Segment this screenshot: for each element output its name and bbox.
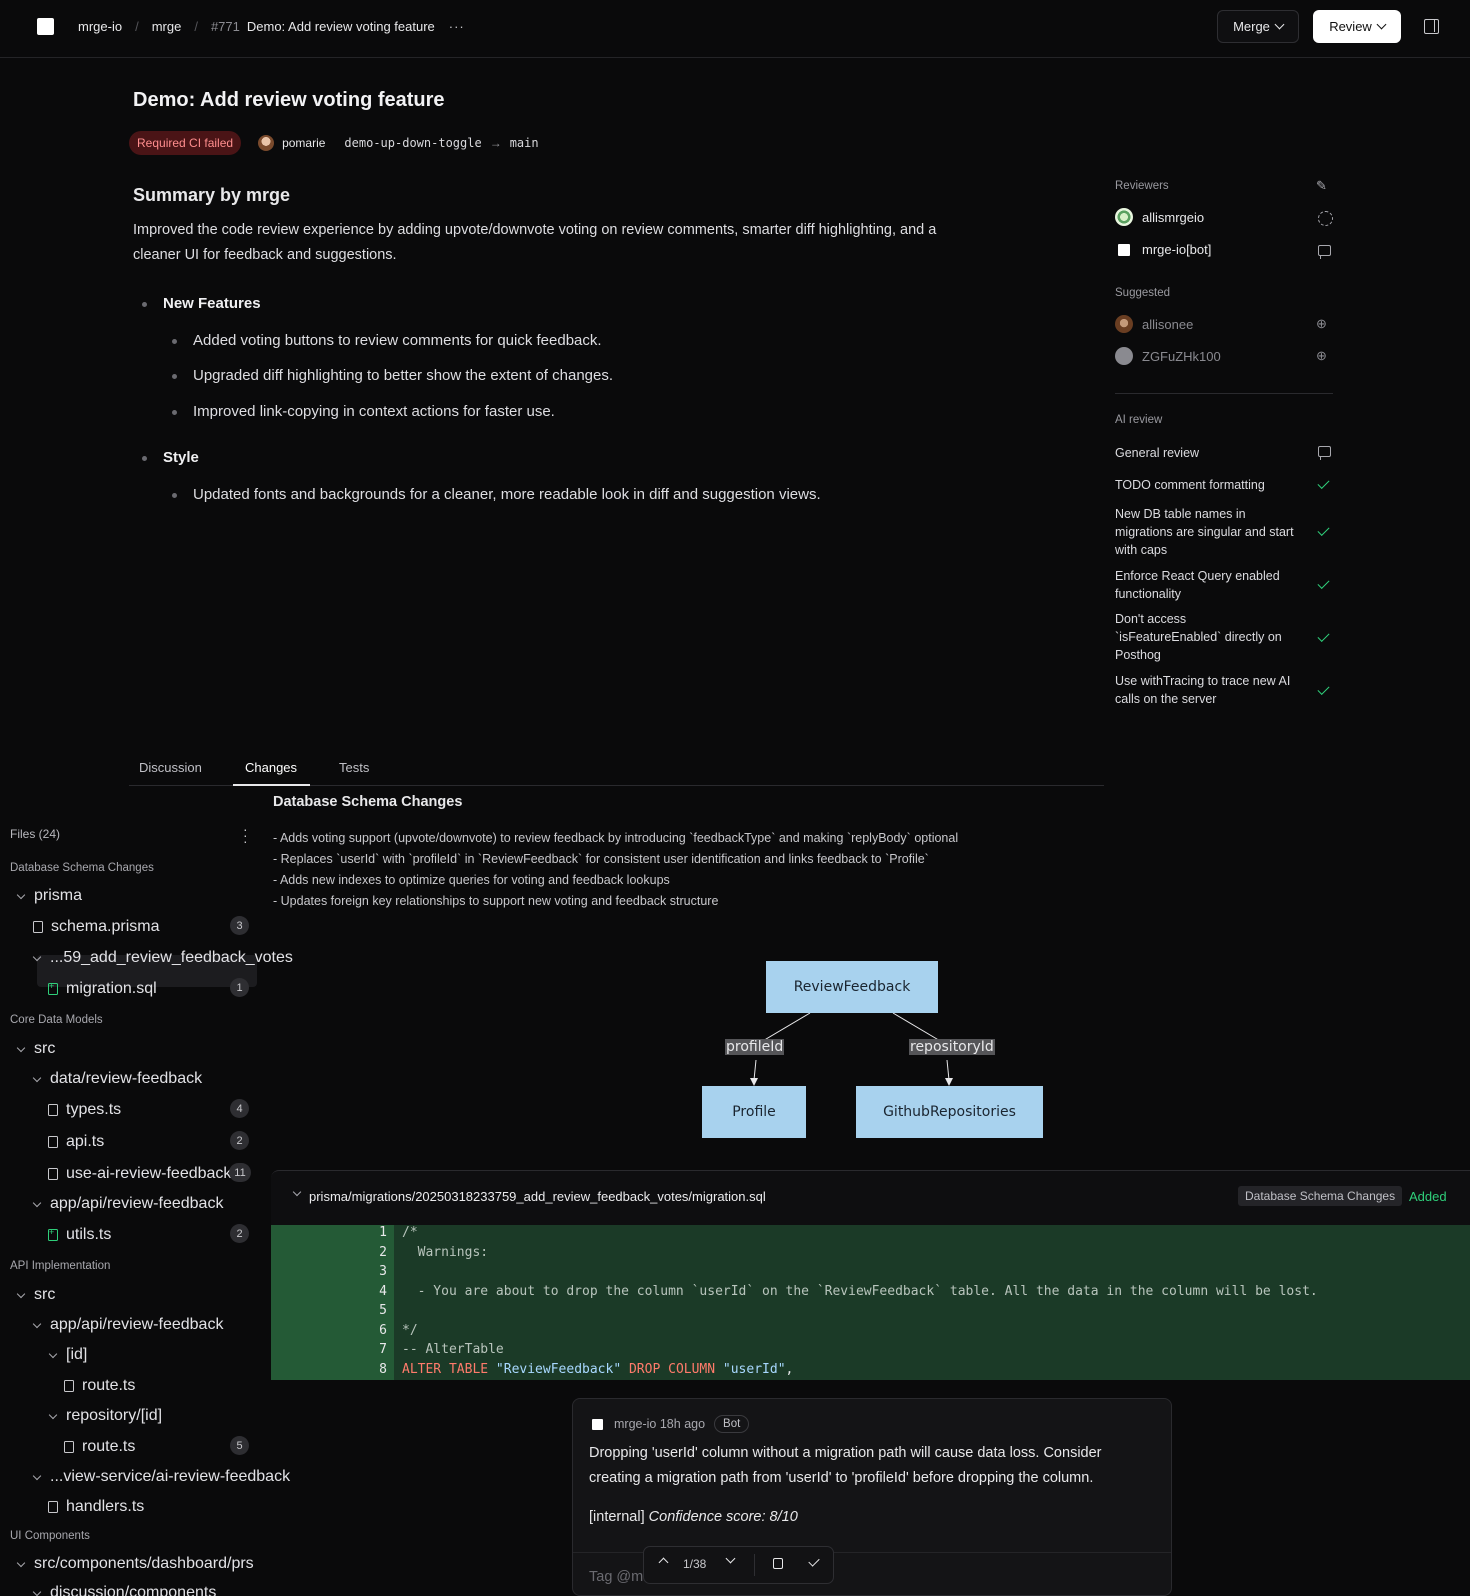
code-line[interactable]: 1 /* [271,1225,1470,1244]
code-text: -- AlterTable [402,1342,504,1357]
confidence-score: Confidence score: 8/10 [648,1509,798,1525]
diagram-edge [753,1059,757,1081]
comment-author[interactable]: mrge-io [614,1417,656,1431]
code-text: ALTER TABLE "ReviewFeedback" DROP COLUMN… [402,1362,793,1377]
diagram-node: Profile [702,1086,806,1138]
line-number: 1 [379,1225,387,1240]
change-group-tag: Database Schema Changes [1238,1186,1403,1206]
comment-header: mrge-io 18h ago Bot [592,1415,750,1433]
line-number: 7 [379,1342,387,1357]
comment-time: 18h ago [659,1417,706,1431]
code-line[interactable]: 8 ALTER TABLE "ReviewFeedback" DROP COLU… [271,1362,1470,1381]
diagram-edge [946,1059,950,1081]
internal-tag: [internal] [589,1509,645,1525]
diagram-edge-label: repositoryId [909,1039,995,1055]
line-number: 5 [379,1303,387,1318]
code-line[interactable]: 3 [271,1264,1470,1283]
sql-keyword: ALTER TABLE [402,1362,489,1377]
arrowhead-icon [945,1078,953,1086]
file-status-label: Added [1409,1189,1447,1204]
arrowhead-icon [750,1078,758,1086]
sql-punctuation: , [785,1362,794,1377]
line-number: 4 [379,1284,387,1299]
code-line[interactable]: 7 -- AlterTable [271,1342,1470,1361]
sql-keyword: DROP COLUMN [628,1362,716,1377]
comment-position: 1/38 [683,1557,707,1571]
diagram-edge-label: profileId [725,1039,785,1055]
comment-body: Dropping 'userId' column without a migra… [589,1445,1102,1486]
line-number: 6 [379,1323,387,1338]
bot-badge: Bot [714,1415,750,1433]
line-number: 8 [379,1362,387,1377]
code-text: /* [402,1225,418,1240]
code-line[interactable]: 6 */ [271,1323,1470,1342]
line-number: 2 [379,1245,387,1260]
line-number: 3 [379,1264,387,1279]
comment-navigation-bar [643,1546,834,1584]
divider [754,1554,755,1576]
diagram-node: ReviewFeedback [766,961,938,1013]
diagram-node: GithubRepositories [856,1086,1043,1138]
copy-icon[interactable] [773,1558,783,1569]
comment-confidence: [internal] Confidence score: 8/10 [589,1509,798,1525]
code-text: - You are about to drop the column `user… [402,1284,1318,1299]
bot-avatar [592,1418,603,1430]
sql-identifier: "userId" [722,1362,786,1377]
code-line[interactable]: 4 - You are about to drop the column `us… [271,1284,1470,1303]
diff-file-path[interactable]: prisma/migrations/20250318233759_add_rev… [309,1189,766,1204]
sql-identifier: "ReviewFeedback" [495,1362,622,1377]
code-text: Warnings: [402,1245,489,1260]
code-line[interactable]: 5 [271,1303,1470,1322]
code-text: */ [402,1323,418,1338]
code-line[interactable]: 2 Warnings: [271,1245,1470,1264]
